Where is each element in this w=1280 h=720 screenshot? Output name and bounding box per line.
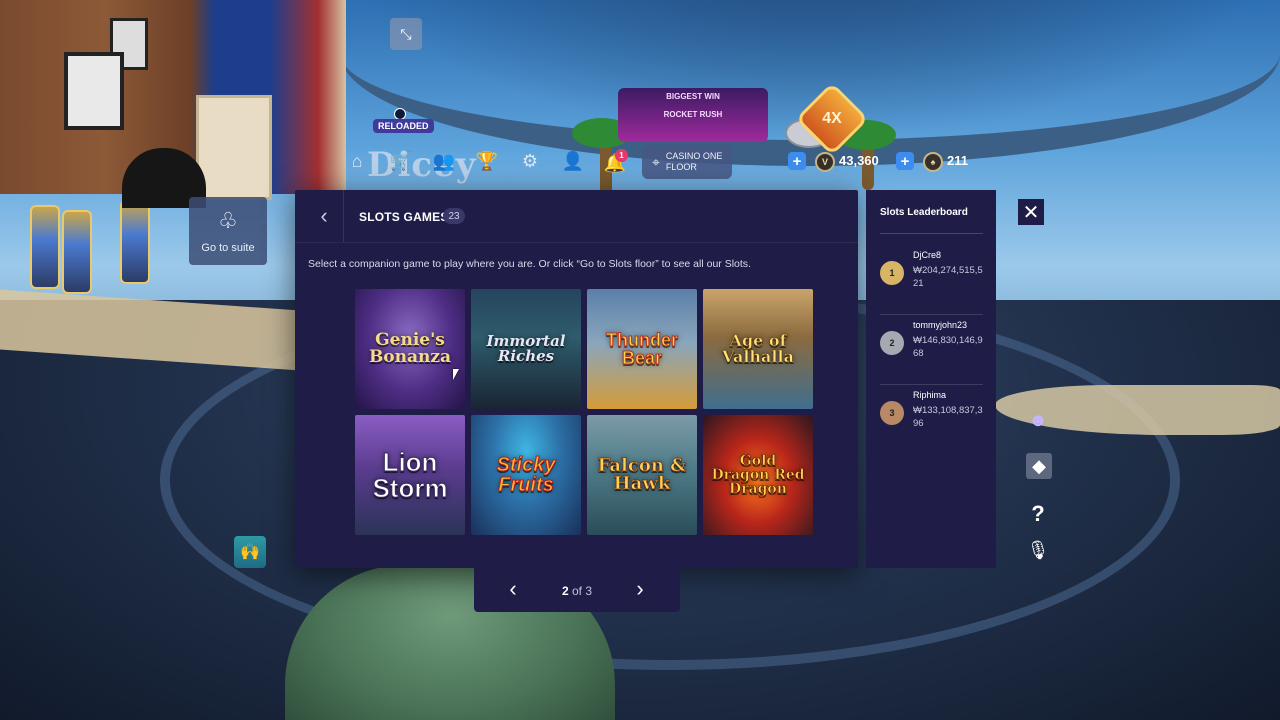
location-pin-icon: ⌖ xyxy=(652,153,660,170)
divider xyxy=(880,384,983,385)
rank-badge: 1 xyxy=(880,261,904,285)
notification-badge: 1 xyxy=(615,149,628,162)
leaderboard-entry: 2 tommyjohn23 ₩146,830,146,968 xyxy=(880,320,986,386)
header-divider xyxy=(343,190,344,242)
game-tile-falcon-hawk[interactable]: Falcon & Hawk xyxy=(587,415,697,535)
panel-title: SLOTS GAMES xyxy=(359,210,449,224)
rank-badge: 2 xyxy=(880,331,904,355)
emote-icon[interactable]: 🙌 xyxy=(234,536,266,568)
game-title: Thunder Bear xyxy=(606,330,679,368)
slots-games-panel: ‹ SLOTS GAMES 23 Select a companion game… xyxy=(295,190,858,568)
games-grid: Genie's Bonanza Immortal Riches Thunder … xyxy=(355,289,815,539)
game-tile-age-of-valhalla[interactable]: Age of Valhalla xyxy=(703,289,813,409)
slot-machine xyxy=(30,205,60,289)
game-title: Lion Storm xyxy=(372,447,448,503)
pagination: ‹ 2 of 3 › xyxy=(474,568,680,612)
current-page: 2 xyxy=(561,584,569,598)
slot-machine xyxy=(62,210,92,294)
game-title: Falcon & Hawk xyxy=(597,455,687,494)
leaderboard-entry: 1 DjCre8 ₩204,274,515,521 xyxy=(880,250,986,316)
mouse-cursor-icon xyxy=(453,369,459,380)
rocket-rush-sign: BIGGEST WIN ROCKET RUSH xyxy=(618,88,768,142)
go-to-suite-button[interactable]: ♧ Go to suite xyxy=(189,197,267,265)
rank-badge: 3 xyxy=(880,401,904,425)
player-name: DjCre8 xyxy=(913,250,942,260)
leaderboard-title: Slots Leaderboard xyxy=(880,207,968,218)
suite-icon: ♧ xyxy=(218,208,238,233)
game-tile-gold-dragon[interactable]: Gold Dragon Red Dragon xyxy=(703,415,813,535)
multiplier-label: 4X xyxy=(822,110,842,127)
location-label: CASINO ONE FLOOR xyxy=(665,151,723,172)
leaderboard-entry: 3 Riphima ₩133,108,837,396 xyxy=(880,390,986,456)
game-tile-lion-storm[interactable]: Lion Storm xyxy=(355,415,465,535)
sign-line1: BIGGEST WIN xyxy=(666,92,720,101)
divider xyxy=(880,233,983,234)
go-to-suite-label: Go to suite xyxy=(201,242,255,254)
page-total: of 3 xyxy=(572,584,593,598)
chat-icon[interactable]: ⌂ xyxy=(346,150,368,172)
slot-machine xyxy=(120,200,150,284)
wall-frame xyxy=(64,52,124,130)
game-title: Age of Valhalla xyxy=(722,331,795,366)
divider xyxy=(880,314,983,315)
help-icon[interactable]: ? xyxy=(1026,501,1050,526)
player-score: ₩133,108,837,396 xyxy=(913,405,983,429)
location-button[interactable]: ⌖ CASINO ONE FLOOR xyxy=(642,145,732,179)
game-tile-genies-bonanza[interactable]: Genie's Bonanza xyxy=(355,289,465,409)
games-count-badge: 23 xyxy=(443,208,465,224)
add-coins-button[interactable]: + xyxy=(788,152,806,170)
add-chips-button[interactable]: + xyxy=(896,152,914,170)
coins-balance: 43,360 xyxy=(839,153,879,168)
collapse-icon[interactable]: ⤡ xyxy=(390,18,422,50)
chips-balance: 211 xyxy=(947,153,968,168)
close-icon[interactable]: ✕ xyxy=(1018,199,1044,225)
panel-description: Select a companion game to play where yo… xyxy=(308,258,751,270)
microphone-icon[interactable]: 🎙 xyxy=(1026,538,1050,562)
chip-currency-icon: ♠ xyxy=(923,152,943,172)
profile-icon[interactable]: 👤 xyxy=(562,150,584,172)
door xyxy=(196,95,272,200)
gem-icon[interactable]: ◆ xyxy=(1026,453,1052,479)
trophy-icon[interactable]: 🏆 xyxy=(476,150,498,172)
game-tile-sticky-fruits[interactable]: Sticky Fruits xyxy=(471,415,581,535)
cart-icon[interactable]: 🛒 xyxy=(390,150,412,172)
game-title: Gold Dragon Red Dragon xyxy=(711,453,805,497)
emoji-chat-icon[interactable]: ☻ xyxy=(1026,408,1050,432)
gear-icon[interactable]: ⚙ xyxy=(519,150,541,172)
player-name: Riphima xyxy=(913,390,947,400)
game-tile-immortal-riches[interactable]: Immortal Riches xyxy=(471,289,581,409)
sign-line2: ROCKET RUSH xyxy=(663,110,723,119)
game-tile-thunder-bear[interactable]: Thunder Bear xyxy=(587,289,697,409)
dicey-logo: Dicey xyxy=(367,145,477,185)
game-title: Immortal Riches xyxy=(486,332,566,365)
panel-header: ‹ SLOTS GAMES 23 xyxy=(295,190,858,243)
webcam-overlay xyxy=(0,0,346,208)
player-score: ₩204,274,515,521 xyxy=(913,265,983,289)
game-title: Genie's Bonanza xyxy=(368,330,452,367)
coin-currency-icon: V xyxy=(815,152,835,172)
player-name: tommyjohn23 xyxy=(913,320,968,330)
friends-icon[interactable]: 👥 xyxy=(433,150,455,172)
slots-leaderboard: Slots Leaderboard 1 DjCre8 ₩204,274,515,… xyxy=(866,190,996,568)
next-page-icon[interactable]: › xyxy=(630,578,650,601)
game-title: Sticky Fruits xyxy=(496,454,556,496)
player-score: ₩146,830,146,968 xyxy=(913,335,983,359)
reloaded-badge: RELOADED xyxy=(373,119,434,133)
back-arrow-icon[interactable]: ‹ xyxy=(315,205,333,227)
